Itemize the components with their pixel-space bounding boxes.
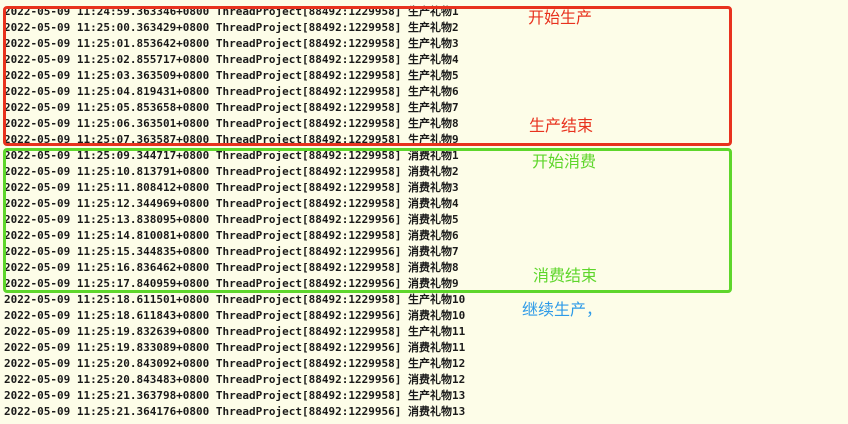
start-production-annotation: 开始生产 bbox=[528, 8, 593, 27]
log-line: 2022-05-09 11:25:18.611501+0800 ThreadPr… bbox=[4, 293, 466, 306]
end-production-annotation: 生产结束 bbox=[529, 116, 594, 135]
log-line: 2022-05-09 11:25:21.363798+0800 ThreadPr… bbox=[4, 389, 466, 402]
end-consumption-annotation: 消费结束 bbox=[533, 266, 598, 285]
production-highlight-box bbox=[3, 6, 732, 146]
log-line: 2022-05-09 11:25:19.833089+0800 ThreadPr… bbox=[4, 341, 466, 354]
log-line: 2022-05-09 11:25:18.611843+0800 ThreadPr… bbox=[4, 309, 466, 322]
log-line: 2022-05-09 11:25:20.843092+0800 ThreadPr… bbox=[4, 357, 466, 370]
start-consumption-annotation: 开始消费 bbox=[532, 152, 597, 171]
consumption-highlight-box bbox=[3, 148, 732, 293]
log-line: 2022-05-09 11:25:21.364176+0800 ThreadPr… bbox=[4, 405, 466, 418]
console-output: 2022-05-09 11:24:59.363346+0800 ThreadPr… bbox=[0, 0, 848, 424]
log-line: 2022-05-09 11:25:20.843483+0800 ThreadPr… bbox=[4, 373, 466, 386]
log-line: 2022-05-09 11:25:19.832639+0800 ThreadPr… bbox=[4, 325, 466, 338]
continue-production-annotation: 继续生产， bbox=[522, 300, 603, 319]
